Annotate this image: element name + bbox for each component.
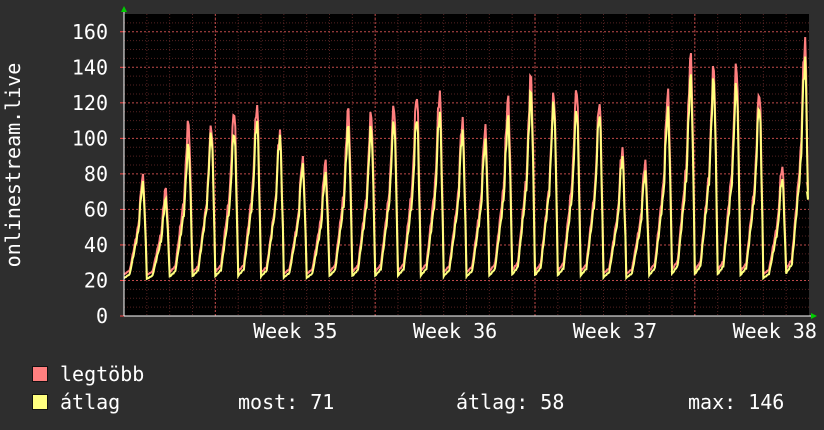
x-tick-label: Week 38 bbox=[733, 319, 817, 343]
stat-current: most: 71 bbox=[238, 390, 335, 414]
legend-swatch-avg bbox=[32, 394, 48, 410]
stat-maximum: max: 146 bbox=[688, 390, 785, 414]
legend-row-avg: átlag most: 71 átlag: 58 max: 146 bbox=[30, 389, 800, 415]
x-tick-label: Week 35 bbox=[253, 319, 337, 343]
legend-label-max: legtöbb bbox=[60, 362, 145, 386]
y-tick-label: 80 bbox=[84, 162, 108, 186]
y-tick-label: 40 bbox=[84, 233, 108, 257]
x-tick-label: Week 37 bbox=[573, 319, 657, 343]
rrd-graph: 0 20 40 60 80 100 120 140 160 Week 35 Week 36 Week … bbox=[0, 0, 824, 430]
y-tick-label: 100 bbox=[72, 126, 108, 150]
legend-label-avg: átlag bbox=[60, 390, 121, 414]
y-axis-label: onlinestream.live bbox=[1, 63, 25, 268]
legend-row-max: legtöbb bbox=[30, 361, 800, 387]
legend-swatch-max bbox=[32, 366, 48, 382]
y-tick-label: 60 bbox=[84, 197, 108, 221]
x-tick-label: Week 36 bbox=[413, 319, 497, 343]
y-axis-arrow bbox=[121, 6, 127, 12]
y-tick-label: 140 bbox=[72, 55, 108, 79]
y-tick-label: 160 bbox=[72, 20, 108, 44]
y-tick-label: 120 bbox=[72, 91, 108, 115]
y-tick-label: 20 bbox=[84, 268, 108, 292]
stat-average: átlag: 58 bbox=[456, 390, 565, 414]
line-chart: 0 20 40 60 80 100 120 140 160 Week 35 Week 36 Week … bbox=[1, 6, 817, 343]
y-tick-label: 0 bbox=[96, 304, 108, 328]
